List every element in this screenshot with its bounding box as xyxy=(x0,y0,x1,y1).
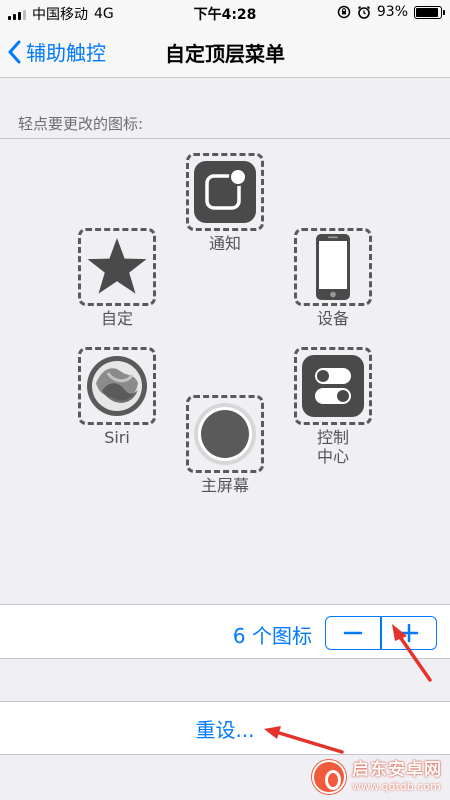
notifications-icon xyxy=(194,161,256,223)
increment-button[interactable] xyxy=(382,617,436,649)
icon-slot-device[interactable]: 设备 xyxy=(293,228,373,328)
icon-label-custom: 自定 xyxy=(100,309,133,328)
icon-count-label: 6 个图标 xyxy=(232,624,312,648)
alarm-icon xyxy=(357,5,370,19)
battery-icon xyxy=(414,5,445,19)
minus-icon xyxy=(343,631,363,635)
battery-percent: 93% xyxy=(376,4,408,20)
icon-slot-home[interactable]: 主屏幕 xyxy=(185,395,265,495)
site-watermark: 启东安卓网 www.qdtdb.com xyxy=(312,760,442,794)
watermark-text: 启东安卓网 www.qdtdb.com xyxy=(352,760,442,793)
siri-icon xyxy=(87,356,147,416)
page-title: 自定顶层菜单 xyxy=(165,42,285,66)
icon-slot-control-center[interactable]: 控制 中心 xyxy=(293,347,373,466)
plus-icon xyxy=(399,623,419,643)
watermark-url: www.qdtdb.com xyxy=(352,780,441,793)
icon-slot-siri[interactable]: Siri xyxy=(77,347,157,447)
reset-row[interactable]: 重设... xyxy=(0,701,450,755)
watermark-name: 启东安卓网 xyxy=(352,760,442,780)
home-button-icon xyxy=(194,403,256,465)
icon-slot-box xyxy=(78,228,156,306)
icon-slot-box xyxy=(186,153,264,231)
icon-layout-area: 通知 自定 设备 Siri 控制 中心 主屏幕 xyxy=(0,138,450,604)
icon-label-home: 主屏幕 xyxy=(200,476,249,495)
decrement-button[interactable] xyxy=(326,617,380,649)
status-bar: 中国移动 4G 下午4:28 93% xyxy=(0,0,450,26)
icon-label-notifications: 通知 xyxy=(208,234,241,253)
reset-button[interactable]: 重设... xyxy=(195,714,254,743)
icon-label-siri: Siri xyxy=(104,428,130,447)
battery-level xyxy=(416,7,439,17)
rotation-lock-icon xyxy=(337,5,351,19)
icon-slot-box xyxy=(294,228,372,306)
icon-slot-custom[interactable]: 自定 xyxy=(77,228,157,328)
section-header: 轻点要更改的图标: xyxy=(18,115,144,133)
star-icon xyxy=(87,238,147,294)
watermark-logo-icon xyxy=(312,760,346,794)
icon-label-control-center: 控制 中心 xyxy=(316,428,349,466)
icon-label-device: 设备 xyxy=(316,309,349,328)
icon-count-row: 6 个图标 xyxy=(0,604,450,659)
icon-slot-box xyxy=(78,347,156,425)
icon-slot-box xyxy=(186,395,264,473)
navigation-bar: 辅助触控 自定顶层菜单 xyxy=(0,26,450,78)
status-right: 93% xyxy=(337,4,445,20)
control-center-icon xyxy=(302,355,364,417)
device-phone-icon xyxy=(316,234,350,300)
icon-slot-box xyxy=(294,347,372,425)
icon-slot-notifications[interactable]: 通知 xyxy=(185,153,265,253)
icon-count-stepper xyxy=(325,616,437,650)
